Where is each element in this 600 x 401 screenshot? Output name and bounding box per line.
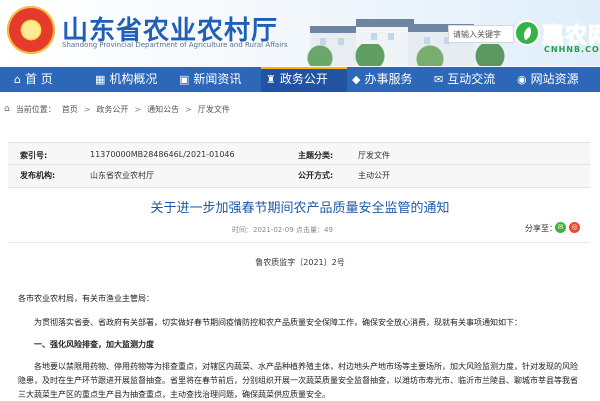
article-divider [8,242,590,243]
resource-icon: ◉ [517,73,527,86]
site-subtitle: Shandong Provincial Department of Agricu… [62,41,288,49]
document-metadata: 索引号: 11370000MB2848646L/2021-01046 主题分类:… [8,142,590,188]
body-paragraph-line: 三大蔬菜生产区的重点生产县为抽查重点，主动查找治理问题，确保蔬菜供应质量安全。 [18,390,330,399]
greeting-paragraph: 各市农业农村局，有关市渔业主管局： [18,294,154,303]
nav-label: 机构概况 [109,72,158,86]
huinong-logo[interactable]: 惠农网 CNHNB.COM [514,20,600,58]
publisher-value: 山东省农业农村厅 [90,171,154,180]
index-label: 索引号: [20,151,48,160]
building-window [371,33,377,40]
nav-label: 办事服务 [364,72,413,86]
service-icon: ◆ [352,73,361,86]
nav-organization[interactable]: ▦ 机构概况 [95,67,175,92]
body-paragraph-line: 隐患，及时在生产环节跟进开展监督抽查。省里将在春节前后，分别组织开展一次蔬菜质量… [18,376,578,385]
nav-label: 网站资源 [530,72,579,86]
intro-paragraph: 为贯彻落实省委、省政府有关部署，切实做好春节期间疫情防控和农产品质量安全保障工作… [34,318,522,327]
metadata-divider [8,164,590,165]
breadcrumb-link[interactable]: 政务公开 [96,104,128,115]
nav-label: 互动交流 [447,72,496,86]
disclosure-value: 主动公开 [358,171,390,180]
main-navigation: ⌂ 首 页 ▦ 机构概况 ▣ 新闻资讯 ♜ 政务公开 ◆ 办事服务 ✉ 互动交流… [0,67,600,92]
breadcrumb-separator: > [185,104,192,114]
disclosure-label: 公开方式: [298,171,334,180]
breadcrumb-link[interactable]: 首页 [62,104,78,115]
tree-illustration [300,44,545,66]
public-affairs-icon: ♜ [266,73,276,86]
document-number: 鲁农质监字〔2021〕2号 [255,258,345,267]
publish-date: 时间：2021-02-09 [232,226,294,234]
news-icon: ▣ [179,73,190,86]
article-info: 时间：2021-02-09 点击量：49 [0,225,600,237]
category-value: 厅发文件 [358,151,390,160]
wechat-share-icon[interactable]: ✉ [555,222,566,233]
logo-domain: CNHNB.COM [544,45,600,54]
nav-resources[interactable]: ◉ 网站资源 [517,67,597,92]
nav-home[interactable]: ⌂ 首 页 [14,67,84,92]
nav-news[interactable]: ▣ 新闻资讯 [179,67,261,92]
org-icon: ▦ [95,73,106,86]
nav-label: 政务公开 [279,72,328,86]
nav-interaction[interactable]: ✉ 互动交流 [434,67,514,92]
index-value: 11370000MB2848646L/2021-01046 [90,150,235,159]
breadcrumb-current[interactable]: 厅发文件 [198,104,230,115]
article-title: 关于进一步加强春节期间农产品质量安全监管的通知 [150,201,450,216]
nav-label: 新闻资讯 [193,72,242,86]
national-emblem-icon [7,6,55,54]
location-home-icon: ⌂ [4,104,10,114]
view-count: 点击量：49 [296,226,333,234]
building-window [424,37,430,44]
weibo-share-icon[interactable]: ◎ [569,222,580,233]
nav-label: 首 页 [24,72,53,86]
home-icon: ⌂ [14,73,21,86]
nav-public-affairs[interactable]: ♜ 政务公开 [261,67,347,92]
leaf-logo-icon [514,20,540,46]
category-label: 主题分类: [298,151,334,160]
breadcrumb-prefix: 当前位置： [15,104,56,114]
breadcrumb-link[interactable]: 通知公告 [147,104,179,115]
search-input[interactable]: 请输入关键字 [448,25,514,43]
chat-icon: ✉ [434,73,444,86]
breadcrumb: ⌂ 当前位置： 首页 > 政务公开 > 通知公告 > 厅发文件 [4,101,230,117]
nav-service[interactable]: ◆ 办事服务 [352,67,432,92]
breadcrumb-separator: > [83,104,91,114]
publisher-label: 发布机构: [20,171,56,180]
breadcrumb-separator: > [134,104,142,114]
section-heading: 一、强化风险排查，加大监测力度 [34,340,154,349]
body-paragraph-line: 各地要以禁限用药物、停用药物等为排查重点，对辖区内蔬菜、水产品种植养殖主体，村边… [34,362,578,371]
building-window [388,33,394,40]
site-header: 山东省农业农村厅 Shandong Provincial Department … [0,0,600,66]
share-label: 分享至： [525,224,557,233]
